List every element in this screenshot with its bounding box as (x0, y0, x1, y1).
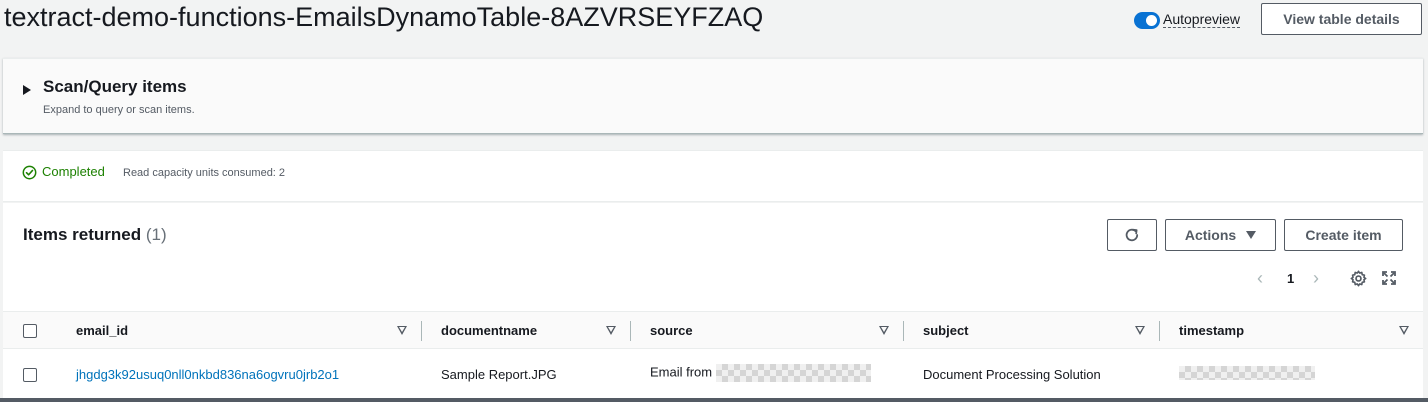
check-circle-icon (22, 165, 37, 180)
email-id-link[interactable]: jhgdg3k92usuq0nll0nkbd836na6ogvru0jrb2o1 (76, 367, 339, 382)
view-table-details-button[interactable]: View table details (1261, 3, 1422, 35)
items-title-text: Items returned (23, 225, 142, 244)
column-header-documentname[interactable]: documentname (441, 323, 537, 338)
caret-down-icon (1246, 231, 1257, 239)
column-divider[interactable] (903, 321, 904, 341)
bottom-border (0, 398, 1428, 402)
create-item-button[interactable]: Create item (1284, 219, 1403, 251)
sort-icon[interactable] (397, 326, 407, 335)
subject-cell: Document Processing Solution (923, 367, 1101, 382)
capacity-text: Read capacity units consumed: 2 (123, 167, 286, 179)
gear-icon[interactable] (1350, 270, 1367, 287)
scan-query-panel: Scan/Query items Expand to query or scan… (3, 58, 1423, 134)
sort-icon[interactable] (606, 326, 616, 335)
redacted-email (715, 364, 871, 382)
column-divider[interactable] (1159, 321, 1160, 341)
source-cell: Email from (650, 364, 871, 382)
actions-label: Actions (1184, 227, 1237, 243)
timestamp-cell (1179, 364, 1315, 380)
items-returned-heading: Items returned (1) (23, 225, 167, 245)
column-header-email-id[interactable]: email_id (76, 323, 128, 338)
actions-dropdown-button[interactable]: Actions (1165, 219, 1276, 251)
scan-query-title[interactable]: Scan/Query items (43, 77, 187, 97)
autopreview-label[interactable]: Autopreview (1163, 11, 1241, 28)
items-count: (1) (145, 225, 167, 244)
redacted-timestamp (1179, 365, 1315, 380)
pagination: ‹ 1 › (1253, 267, 1413, 289)
expand-caret-icon[interactable] (23, 85, 31, 95)
toggle-knob (1146, 15, 1157, 26)
sort-icon[interactable] (1399, 326, 1409, 335)
status-panel: Completed Read capacity units consumed: … (3, 150, 1423, 202)
table-row: jhgdg3k92usuq0nll0nkbd836na6ogvru0jrb2o1… (3, 350, 1423, 400)
items-panel: Items returned (1) Actions Create item ‹… (3, 203, 1423, 402)
scan-query-description: Expand to query or scan items. (43, 104, 195, 116)
sort-icon[interactable] (1135, 326, 1145, 335)
column-header-source[interactable]: source (650, 323, 693, 338)
refresh-button[interactable] (1107, 219, 1157, 251)
current-page[interactable]: 1 (1287, 271, 1294, 286)
chevron-left-icon[interactable]: ‹ (1257, 268, 1263, 289)
sort-icon[interactable] (879, 326, 889, 335)
page-header: textract-demo-functions-EmailsDynamoTabl… (0, 0, 1428, 44)
row-checkbox[interactable] (23, 368, 37, 382)
table-header-row: email_id documentname source subject tim… (3, 311, 1423, 349)
autopreview-toggle[interactable] (1134, 12, 1160, 29)
column-header-subject[interactable]: subject (923, 323, 969, 338)
source-text: Email from (650, 364, 713, 380)
column-divider[interactable] (421, 321, 422, 341)
column-header-timestamp[interactable]: timestamp (1179, 323, 1244, 338)
fullscreen-icon[interactable] (1381, 270, 1397, 286)
chevron-right-icon[interactable]: › (1313, 268, 1319, 289)
documentname-cell: Sample Report.JPG (441, 367, 557, 382)
column-divider[interactable] (630, 321, 631, 341)
status-label: Completed (42, 164, 105, 179)
refresh-icon (1125, 228, 1139, 242)
select-all-checkbox[interactable] (23, 324, 37, 338)
page-title: textract-demo-functions-EmailsDynamoTabl… (4, 2, 764, 32)
